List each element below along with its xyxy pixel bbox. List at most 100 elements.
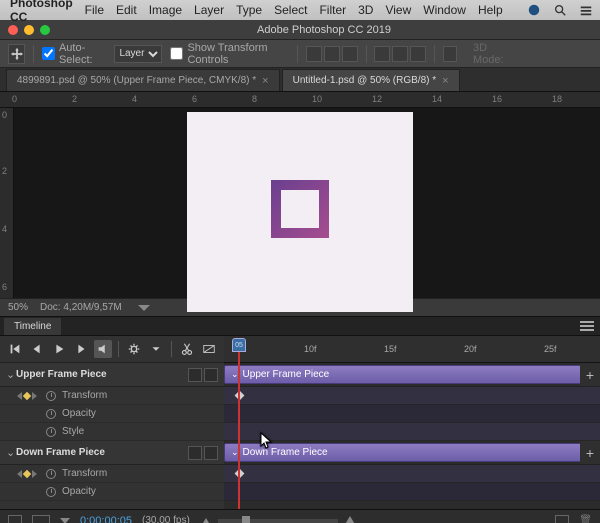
auto-select-mode-dropdown[interactable]: Layer [114, 45, 162, 63]
fps-label[interactable]: (30,00 fps) [142, 515, 190, 523]
chevron-down-icon[interactable]: ⌄ [6, 446, 16, 459]
zoom-in-icon[interactable] [344, 516, 356, 523]
menu-window[interactable]: Window [423, 3, 466, 17]
zoom-level[interactable]: 50% [8, 302, 28, 313]
timeline-keyframe-row[interactable] [224, 483, 600, 501]
play-button[interactable] [50, 340, 68, 358]
timeline-zoom-slider[interactable] [200, 516, 545, 523]
layer-action-dropdown-icon[interactable] [204, 368, 218, 382]
doc-size[interactable]: Doc: 4,20M/9,57M [40, 302, 122, 313]
stopwatch-icon[interactable] [46, 409, 56, 419]
footer-button[interactable] [555, 515, 569, 523]
move-tool-icon[interactable] [8, 44, 25, 64]
artboard[interactable] [187, 112, 413, 312]
menu-filter[interactable]: Filter [319, 3, 346, 17]
menu-edit[interactable]: Edit [116, 3, 137, 17]
stopwatch-icon[interactable] [46, 487, 56, 497]
close-tab-icon[interactable]: × [262, 75, 268, 87]
menu-layer[interactable]: Layer [194, 3, 224, 17]
timeline-keyframe-row[interactable] [224, 423, 600, 441]
timeline-layer-header[interactable]: ⌄ Down Frame Piece [0, 441, 224, 465]
keyframe-nav[interactable] [14, 392, 40, 400]
chevron-down-icon[interactable]: ⌄ [6, 368, 16, 381]
split-clip-button[interactable] [178, 340, 196, 358]
timeline-clip[interactable]: ⌄Upper Frame Piece [224, 365, 594, 384]
timeline-settings-button[interactable] [125, 340, 143, 358]
prev-frame-button[interactable] [28, 340, 46, 358]
align-bottom-icon[interactable] [342, 46, 358, 62]
stopwatch-icon[interactable] [46, 391, 56, 401]
search-icon[interactable] [553, 3, 567, 17]
timeline-clip-row[interactable]: ⌄Down Frame Piece + [224, 441, 600, 465]
timeline-clip-row[interactable]: ⌄Upper Frame Piece + [224, 363, 600, 387]
vertical-ruler[interactable]: 0 2 4 6 [0, 108, 14, 298]
timeline-property-row[interactable]: Opacity [0, 483, 224, 501]
goto-start-button[interactable] [6, 340, 24, 358]
menu-3d[interactable]: 3D [358, 3, 373, 17]
timeline-property-row[interactable]: Transform [0, 465, 224, 483]
trash-icon[interactable]: 🗑 [579, 515, 592, 523]
timeline-options-dropdown[interactable] [147, 340, 165, 358]
timeline-keyframe-row[interactable] [224, 387, 600, 405]
timeline-keyframe-row[interactable] [224, 465, 600, 483]
timeline-layer-header[interactable]: ⌄ Upper Frame Piece [0, 363, 224, 387]
playhead-cap-icon[interactable]: 05 [232, 338, 246, 352]
add-track-button[interactable]: + [580, 363, 600, 386]
render-icon[interactable] [32, 515, 50, 523]
close-window-button[interactable] [8, 25, 18, 35]
app-name[interactable]: Photoshop CC [10, 0, 73, 24]
layer-action-icon[interactable] [188, 446, 202, 460]
layer-action-icon[interactable] [188, 368, 202, 382]
current-time[interactable]: 0:00:00:05 [80, 515, 132, 523]
timeline-clip[interactable]: ⌄Down Frame Piece [224, 443, 594, 462]
minimize-window-button[interactable] [24, 25, 34, 35]
menu-view[interactable]: View [385, 3, 411, 17]
align-left-icon[interactable] [374, 46, 390, 62]
document-tab-1[interactable]: 4899891.psd @ 50% (Upper Frame Piece, CM… [6, 69, 280, 91]
close-tab-icon[interactable]: × [442, 75, 448, 87]
playhead-line[interactable] [238, 352, 240, 509]
audio-toggle-button[interactable] [94, 340, 112, 358]
timeline-keyframe-row[interactable] [224, 405, 600, 423]
convert-frames-icon[interactable] [8, 515, 22, 523]
panel-menu-icon[interactable] [578, 319, 596, 333]
zoom-track[interactable] [218, 519, 338, 523]
transition-button[interactable] [200, 340, 218, 358]
horizontal-ruler[interactable]: 0 2 4 6 8 10 12 14 16 18 [0, 92, 600, 108]
zoom-handle[interactable] [242, 516, 250, 523]
document-tab-2[interactable]: Untitled-1.psd @ 50% (RGB/8) * × [282, 69, 460, 91]
align-right-icon[interactable] [410, 46, 426, 62]
auto-select-checkbox[interactable]: Auto-Select: [42, 42, 107, 66]
playhead-marker[interactable]: 05 [232, 338, 246, 352]
menu-image[interactable]: Image [149, 3, 182, 17]
record-icon[interactable] [527, 3, 541, 17]
layer-action-dropdown-icon[interactable] [204, 446, 218, 460]
status-menu-icon[interactable] [138, 305, 150, 311]
add-track-button[interactable]: + [580, 441, 600, 464]
footer-menu-icon[interactable] [60, 518, 70, 523]
keyframe-nav[interactable] [14, 470, 40, 478]
stopwatch-icon[interactable] [46, 469, 56, 479]
timeline-ruler[interactable]: 05 10f 15f 20f 25f [224, 336, 600, 363]
timeline-tracks[interactable]: 05 10f 15f 20f 25f ⌄Upper Frame Piece + … [224, 336, 600, 509]
menu-select[interactable]: Select [274, 3, 307, 17]
menu-file[interactable]: File [85, 3, 104, 17]
timeline-property-row[interactable]: Transform [0, 387, 224, 405]
maximize-window-button[interactable] [40, 25, 50, 35]
align-top-icon[interactable] [306, 46, 322, 62]
timeline-panel-tab[interactable]: Timeline [4, 318, 61, 335]
canvas-viewport[interactable]: 0 2 4 6 [0, 108, 600, 298]
show-transform-checkbox[interactable]: Show Transform Controls [170, 42, 288, 66]
align-vcenter-icon[interactable] [324, 46, 340, 62]
next-frame-button[interactable] [72, 340, 90, 358]
timeline-property-row[interactable]: Style [0, 423, 224, 441]
more-align-icon[interactable] [443, 46, 457, 62]
menu-extra-icon[interactable] [579, 3, 593, 17]
show-transform-input[interactable] [170, 47, 183, 60]
menu-type[interactable]: Type [236, 3, 262, 17]
zoom-out-icon[interactable] [202, 518, 209, 523]
align-hcenter-icon[interactable] [392, 46, 408, 62]
stopwatch-icon[interactable] [46, 427, 56, 437]
menu-help[interactable]: Help [478, 3, 503, 17]
auto-select-input[interactable] [42, 47, 55, 60]
